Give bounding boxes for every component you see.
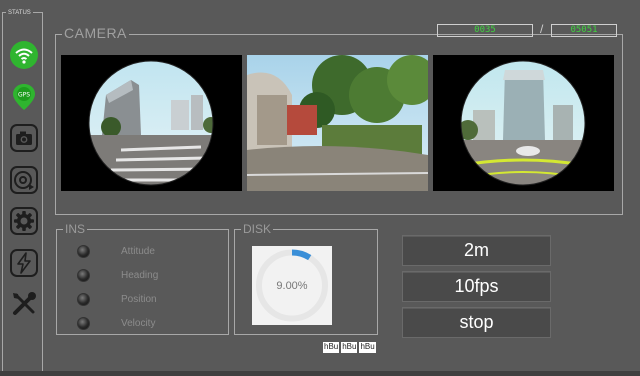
frame-counter-current: 0035 (437, 24, 533, 37)
status-legend: STATUS (6, 9, 33, 17)
fps-button[interactable]: 10fps (402, 271, 551, 302)
front-wide-image (247, 55, 428, 191)
tools-icon (13, 292, 36, 315)
power-icon (10, 249, 38, 277)
gps-icon: GPS (13, 84, 35, 110)
ins-label: Velocity (121, 318, 156, 329)
camera-view-right[interactable] (433, 55, 614, 191)
camera-panel: CAMERA (55, 26, 623, 215)
record-disk-icon (10, 166, 38, 194)
wifi-status-button[interactable] (9, 40, 39, 70)
status-panel: STATUS GPS (2, 9, 43, 372)
bottom-bar (0, 371, 640, 376)
ins-indicator-led (77, 269, 90, 282)
ins-legend: INS (63, 222, 88, 236)
disk-tag: hBu (359, 342, 376, 353)
camera-icon (10, 124, 38, 152)
fisheye-left-image (61, 55, 242, 191)
ins-indicator-led (77, 245, 90, 258)
ins-label: Position (121, 294, 157, 305)
power-status-button[interactable] (9, 248, 39, 278)
wifi-icon (10, 41, 38, 69)
camera-status-button[interactable] (9, 123, 39, 153)
camera-view-left[interactable] (61, 55, 242, 191)
disk-panel: DISK 9.00% (234, 222, 378, 335)
interval-button[interactable]: 2m (402, 235, 551, 266)
ins-label: Attitude (121, 246, 155, 257)
gps-text: GPS (18, 92, 30, 99)
frame-counter-separator: / (540, 22, 544, 36)
disk-legend: DISK (241, 222, 274, 236)
tools-button[interactable] (9, 289, 39, 319)
disk-usage-card: 9.00% (252, 246, 332, 325)
frame-counter-total: 05051 (551, 24, 617, 37)
gear-icon (10, 207, 38, 235)
disk-usage-percent: 9.00% (276, 279, 308, 292)
disk-tag: hBu (341, 342, 358, 353)
gps-status-button[interactable]: GPS (9, 82, 39, 112)
ins-label: Heading (121, 270, 159, 281)
record-status-button[interactable] (9, 165, 39, 195)
settings-button[interactable] (9, 206, 39, 236)
ins-indicator-led (77, 317, 90, 330)
disk-tags: hBu hBu hBu (323, 342, 376, 353)
ins-indicator-led (77, 293, 90, 306)
camera-view-center[interactable] (247, 55, 428, 191)
camera-legend: CAMERA (62, 25, 129, 41)
fisheye-right-image (433, 55, 614, 191)
stop-button[interactable]: stop (402, 307, 551, 338)
disk-tag: hBu (323, 342, 340, 353)
ins-panel: INS Attitude Heading Position Velocity (56, 222, 229, 335)
